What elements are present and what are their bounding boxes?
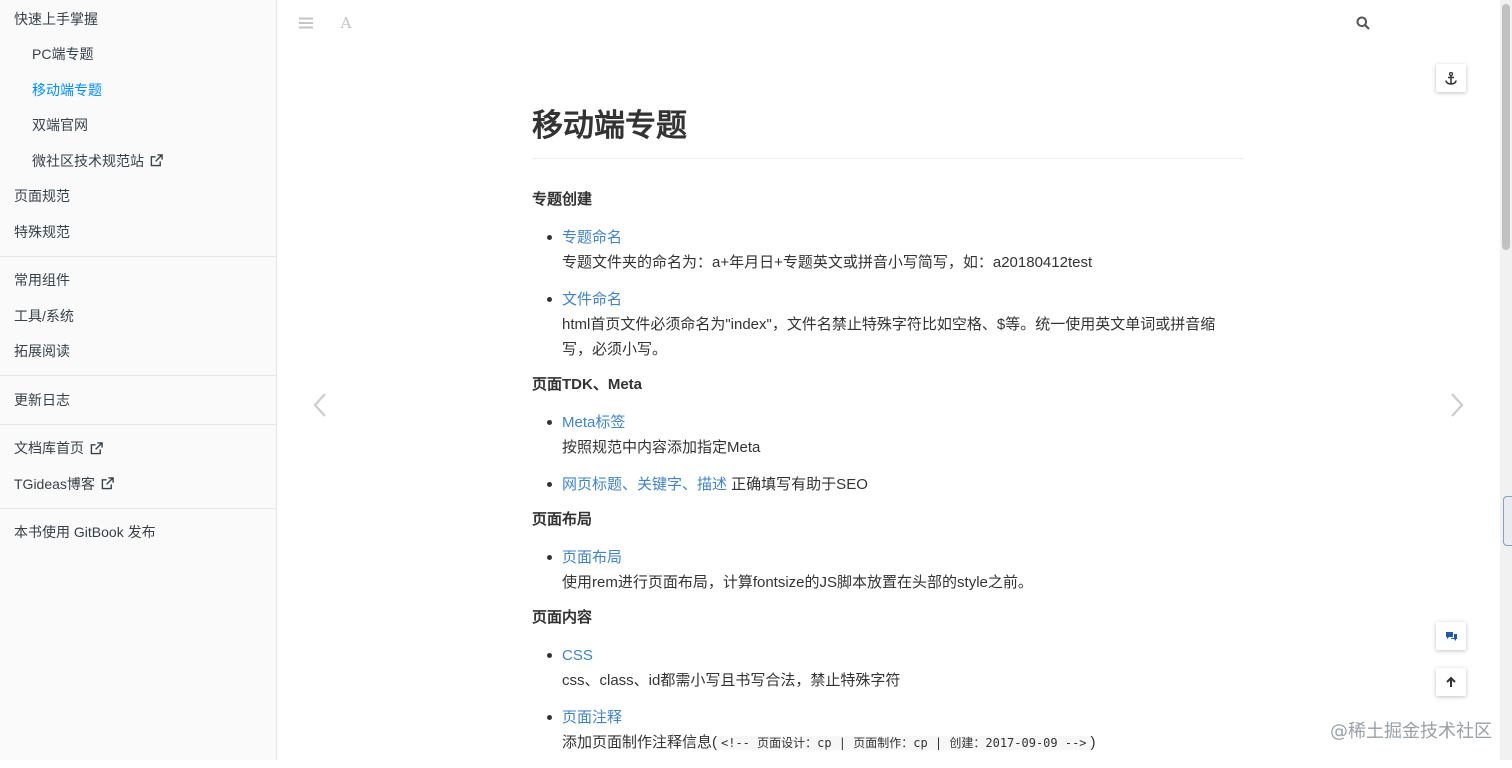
topic-naming-link[interactable]: 专题命名 [562, 229, 622, 246]
page-layout-link[interactable]: 页面布局 [562, 549, 622, 566]
sidebar-item-quickstart[interactable]: 快速上手掌握 [0, 1, 276, 37]
chevron-left-icon [313, 393, 326, 417]
sidebar-item-label: 双端官网 [32, 117, 88, 134]
next-page-arrow[interactable] [1442, 388, 1472, 422]
external-link-icon [90, 441, 103, 455]
font-settings-icon[interactable]: A [335, 12, 357, 34]
sidebar-item-reading[interactable]: 拓展阅读 [0, 334, 276, 370]
sidebar-divider [0, 423, 276, 425]
sidebar: 快速上手掌握 PC端专题 移动端专题 双端官网 微社区技术规范站 页面规范 特殊… [0, 0, 277, 760]
list-item-desc: html首页文件必须命名为"index"，文件名禁止特殊字符比如空格、$等。统一… [562, 316, 1216, 358]
comments-icon [1445, 631, 1457, 641]
sidebar-item-label: 常用组件 [14, 272, 70, 289]
sidebar-item-label: 微社区技术规范站 [32, 152, 144, 169]
scrollbar[interactable] [1500, 0, 1512, 760]
tdk-link[interactable]: 网页标题、关键字、描述 [562, 476, 727, 493]
list-item: Meta标签 按照规范中内容添加指定Meta [532, 410, 1244, 460]
sidebar-item-label: 特殊规范 [14, 223, 70, 240]
inline-code: <!-- 页面设计：cp | 页面制作：cp | 创建：2017-09-09 -… [717, 736, 1091, 750]
sidebar-item-label: 快速上手掌握 [14, 10, 98, 27]
list-item-desc: css、class、id都需小写且书写合法，禁止特殊字符 [562, 672, 901, 689]
book-header: A [278, 0, 1500, 46]
sidebar-item-label: 本书使用 GitBook 发布 [14, 524, 156, 541]
list-item: 专题命名 专题文件夹的命名为：a+年月日+专题英文或拼音小写简写，如：a2018… [532, 225, 1244, 275]
list-item: 页面注释 添加页面制作注释信息(<!-- 页面设计：cp | 页面制作：cp |… [532, 705, 1244, 756]
sidebar-divider [0, 255, 276, 257]
chevron-right-icon [1451, 393, 1464, 417]
list-item-desc: 按照规范中内容添加指定Meta [562, 439, 761, 456]
desc-prefix: 添加页面制作注释信息( [562, 734, 717, 751]
sidebar-item-blog[interactable]: TGideas博客 [0, 466, 276, 502]
sidebar-item-gitbook[interactable]: 本书使用 GitBook 发布 [0, 515, 276, 551]
font-settings-glyph: A [340, 14, 352, 32]
list-item-inline-text: 正确填写有助于SEO [727, 476, 868, 493]
desc-suffix: ) [1090, 734, 1096, 751]
sidebar-item-docs-home[interactable]: 文档库首页 [0, 431, 276, 467]
side-edge-tab[interactable] [1503, 496, 1512, 546]
arrow-up-icon [1446, 676, 1456, 687]
list-item-desc: 添加页面制作注释信息(<!-- 页面设计：cp | 页面制作：cp | 创建：2… [562, 730, 1244, 756]
section-heading: 页面TDK、Meta [532, 376, 643, 393]
css-link[interactable]: CSS [562, 647, 593, 664]
page-title: 移动端专题 [532, 100, 1244, 159]
scrollbar-thumb[interactable] [1502, 4, 1510, 250]
section-heading: 页面布局 [532, 511, 593, 528]
list-item-desc: 使用rem进行页面布局，计算fontsize的JS脚本放置在头部的style之前… [562, 574, 1033, 591]
anchor-icon [1445, 71, 1457, 85]
external-link-icon [101, 477, 114, 490]
meta-tag-link[interactable]: Meta标签 [562, 414, 625, 431]
sidebar-item-pc[interactable]: PC端专题 [0, 37, 276, 73]
sidebar-item-label: 移动端专题 [32, 81, 102, 98]
section-list: CSS css、class、id都需小写且书写合法，禁止特殊字符 页面注释 添加… [532, 643, 1244, 756]
sidebar-divider [0, 375, 276, 376]
sidebar-divider [0, 507, 276, 509]
sidebar-item-label: PC端专题 [32, 46, 94, 63]
list-item: 网页标题、关键字、描述 正确填写有助于SEO [532, 472, 1244, 497]
sidebar-item-community-spec[interactable]: 微社区技术规范站 [0, 143, 276, 179]
back-to-top-button[interactable] [1436, 668, 1466, 696]
section-list: Meta标签 按照规范中内容添加指定Meta 网页标题、关键字、描述 正确填写有… [532, 410, 1244, 497]
menu-icon[interactable] [295, 12, 317, 34]
sidebar-item-label: 文档库首页 [14, 440, 84, 457]
sidebar-item-tools[interactable]: 工具/系统 [0, 298, 276, 334]
sidebar-item-label: 页面规范 [14, 188, 70, 205]
sidebar-item-label: 工具/系统 [14, 307, 74, 324]
section-list: 页面布局 使用rem进行页面布局，计算fontsize的JS脚本放置在头部的st… [532, 545, 1244, 595]
sidebar-item-page-spec[interactable]: 页面规范 [0, 179, 276, 215]
list-item-desc: 专题文件夹的命名为：a+年月日+专题英文或拼音小写简写，如：a20180412t… [562, 254, 1093, 271]
sidebar-item-dual-site[interactable]: 双端官网 [0, 108, 276, 144]
search-icon[interactable] [1352, 12, 1374, 34]
page-content: 移动端专题 专题创建 专题命名 专题文件夹的命名为：a+年月日+专题英文或拼音小… [532, 100, 1244, 768]
sidebar-item-label: TGideas博客 [14, 475, 95, 492]
file-naming-link[interactable]: 文件命名 [562, 291, 622, 308]
section-list: 专题命名 专题文件夹的命名为：a+年月日+专题英文或拼音小写简写，如：a2018… [532, 225, 1244, 362]
sidebar-item-special-spec[interactable]: 特殊规范 [0, 214, 276, 250]
section-heading: 页面内容 [532, 609, 593, 626]
section-heading: 专题创建 [532, 191, 593, 208]
list-item: CSS css、class、id都需小写且书写合法，禁止特殊字符 [532, 643, 1244, 693]
sidebar-item-label: 拓展阅读 [14, 343, 70, 360]
anchor-button[interactable] [1436, 64, 1466, 92]
sidebar-item-mobile[interactable]: 移动端专题 [0, 72, 276, 108]
sidebar-item-components[interactable]: 常用组件 [0, 263, 276, 299]
sidebar-item-changelog[interactable]: 更新日志 [0, 382, 276, 418]
list-item: 文件命名 html首页文件必须命名为"index"，文件名禁止特殊字符比如空格、… [532, 287, 1244, 362]
watermark: @稀土掘金技术社区 [1330, 721, 1492, 742]
external-link-icon [150, 154, 163, 167]
prev-page-arrow[interactable] [305, 388, 335, 422]
page-comment-link[interactable]: 页面注释 [562, 709, 622, 726]
sidebar-item-label: 更新日志 [14, 391, 70, 408]
comments-button[interactable] [1436, 622, 1466, 650]
list-item: 页面布局 使用rem进行页面布局，计算fontsize的JS脚本放置在头部的st… [532, 545, 1244, 595]
